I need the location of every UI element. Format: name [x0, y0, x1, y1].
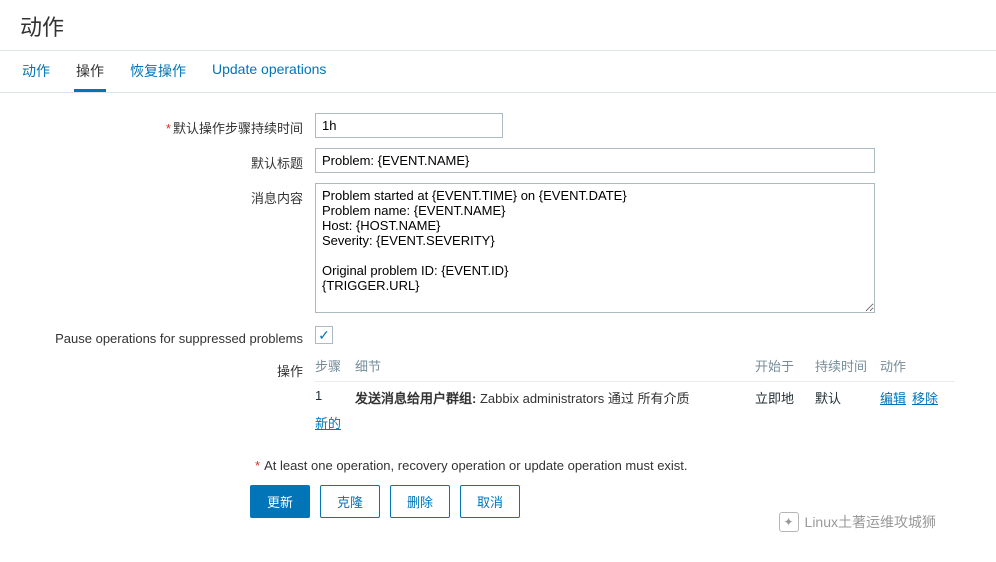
- check-icon: ✓: [318, 327, 330, 344]
- button-row: 更新 克隆 删除 取消: [250, 485, 976, 518]
- link-new-operation[interactable]: 新的: [315, 416, 341, 431]
- input-step-duration[interactable]: [315, 113, 503, 138]
- col-head-action: 动作: [880, 356, 955, 375]
- tab-operations[interactable]: 操作: [74, 51, 106, 92]
- cell-duration: 默认: [815, 388, 880, 407]
- delete-button[interactable]: 删除: [390, 485, 450, 518]
- form-body: *默认操作步骤持续时间 默认标题 消息内容 Problem started at…: [0, 93, 996, 538]
- col-head-detail: 细节: [355, 356, 755, 375]
- tab-update-operations[interactable]: Update operations: [210, 51, 328, 92]
- checkbox-pause[interactable]: ✓: [315, 326, 333, 344]
- link-edit[interactable]: 编辑: [880, 391, 906, 406]
- validation-note: *At least one operation, recovery operat…: [255, 458, 976, 473]
- cell-start: 立即地: [755, 388, 815, 407]
- col-head-duration: 持续时间: [815, 356, 880, 375]
- cancel-button[interactable]: 取消: [460, 485, 520, 518]
- page-title: 动作: [0, 0, 996, 46]
- col-head-start: 开始于: [755, 356, 815, 375]
- label-pause: Pause operations for suppressed problems: [20, 326, 315, 346]
- tab-recovery[interactable]: 恢复操作: [128, 51, 188, 92]
- operations-table: 步骤 细节 开始于 持续时间 动作 1 发送消息给用户群组: Zabbix ad…: [315, 356, 955, 432]
- clone-button[interactable]: 克隆: [320, 485, 380, 518]
- tab-bar: 动作 操作 恢复操作 Update operations: [0, 51, 996, 93]
- tab-action[interactable]: 动作: [20, 51, 52, 92]
- textarea-message[interactable]: Problem started at {EVENT.TIME} on {EVEN…: [315, 183, 875, 313]
- cell-actions: 编辑移除: [880, 388, 955, 407]
- cell-step: 1: [315, 388, 355, 403]
- update-button[interactable]: 更新: [250, 485, 310, 518]
- operations-header: 步骤 细节 开始于 持续时间 动作: [315, 356, 955, 382]
- col-head-step: 步骤: [315, 356, 355, 375]
- label-operations: 操作: [20, 356, 315, 380]
- label-step-duration: *默认操作步骤持续时间: [20, 113, 315, 137]
- table-row: 1 发送消息给用户群组: Zabbix administrators 通过 所有…: [315, 388, 955, 407]
- input-subject[interactable]: [315, 148, 875, 173]
- cell-detail: 发送消息给用户群组: Zabbix administrators 通过 所有介质: [355, 388, 755, 407]
- label-message: 消息内容: [20, 183, 315, 207]
- label-subject: 默认标题: [20, 148, 315, 172]
- link-remove[interactable]: 移除: [912, 391, 938, 406]
